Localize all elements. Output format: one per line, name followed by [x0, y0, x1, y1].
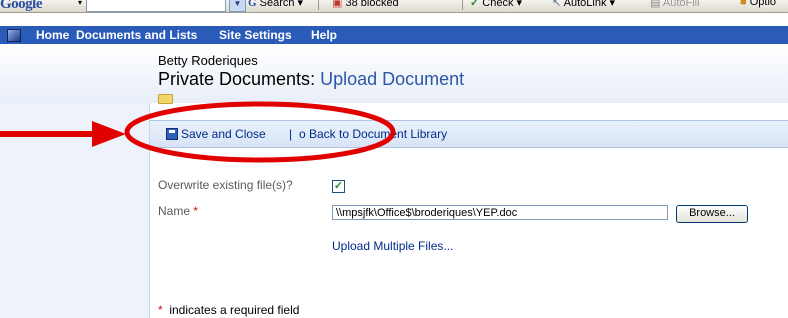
upload-multiple-files-link[interactable]: Upload Multiple Files... [332, 239, 453, 253]
autofill-icon: ▤ [650, 0, 661, 9]
nav-item-help[interactable]: Help [311, 28, 337, 42]
site-name: Betty Roderiques [158, 53, 258, 68]
spellcheck-icon: ✓ [470, 0, 480, 9]
sharepoint-logo-icon [7, 29, 21, 42]
nav-item-home[interactable]: Home [36, 28, 69, 42]
browser-toolbar: Google ▾ ▼ G Search ▾ ▣ 38 blocked ✓ Che… [0, 0, 788, 13]
file-path-input[interactable]: \\mpsjfk\Office$\broderiques\YEP.doc [332, 205, 668, 220]
overwrite-checkbox[interactable]: ✓ [332, 180, 345, 193]
top-navigation-bar: Home Documents and Lists Site Settings H… [0, 26, 788, 44]
google-g-icon: G [248, 0, 257, 9]
autolink-button[interactable]: ↖ AutoLink ▾ [552, 0, 615, 9]
search-button[interactable]: G Search ▾ [248, 0, 303, 9]
back-to-library-link[interactable]: o Back to Document Library [299, 127, 447, 141]
page-subtitle: Upload Document [320, 69, 465, 89]
library-title: Private Documents [158, 69, 311, 89]
google-search-input[interactable] [86, 0, 226, 12]
save-and-close-button[interactable]: Save and Close [181, 127, 266, 141]
options-button[interactable]: ■ Optio [740, 0, 776, 8]
autofill-button[interactable]: ▤ AutoFill [650, 0, 700, 9]
left-navigation-rail [0, 103, 150, 318]
required-asterisk: * [158, 303, 163, 317]
required-asterisk: * [193, 204, 199, 218]
popup-blocker-icon: ▣ [332, 0, 343, 9]
title-separator: : [310, 69, 321, 89]
name-label: Name * [158, 204, 199, 218]
action-bar: Save and Close | o Back to Document Libr… [150, 120, 788, 148]
page-title: Private Documents: Upload Document [158, 69, 464, 90]
checkmark-icon: ✓ [333, 180, 344, 192]
search-dropdown-icon[interactable]: ▼ [229, 0, 246, 12]
save-icon[interactable] [166, 128, 178, 140]
autolink-icon: ↖ [552, 0, 562, 9]
google-logo[interactable]: Google [0, 0, 43, 12]
options-icon: ■ [740, 0, 747, 8]
popup-blocker-button[interactable]: ▣ 38 blocked [332, 0, 399, 9]
toolbar-separator [462, 0, 463, 10]
browse-button[interactable]: Browse... [676, 205, 748, 223]
nav-item-site-settings[interactable]: Site Settings [219, 28, 292, 42]
folder-icon [158, 94, 173, 104]
required-field-note: * indicates a required field [158, 303, 300, 317]
toolbar-separator [318, 0, 319, 10]
google-dropdown-icon[interactable]: ▾ [78, 0, 82, 7]
nav-item-documents-and-lists[interactable]: Documents and Lists [76, 28, 197, 42]
check-button[interactable]: ✓ Check ▾ [470, 0, 522, 9]
overwrite-label: Overwrite existing file(s)? [158, 178, 293, 192]
action-separator: | [289, 127, 293, 141]
